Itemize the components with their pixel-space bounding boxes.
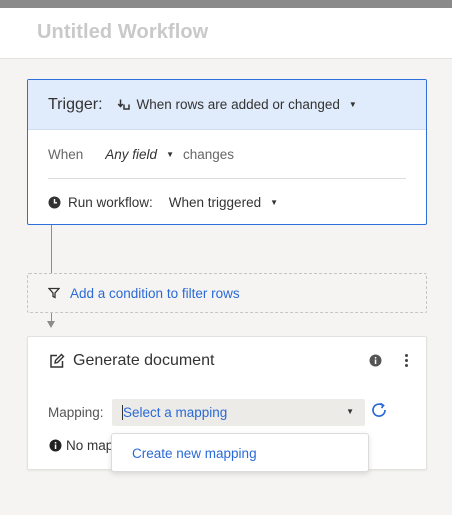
workflow-title[interactable]: Untitled Workflow bbox=[37, 21, 208, 44]
trigger-label: Trigger: bbox=[48, 95, 103, 113]
no-mapping-warning: No map bbox=[49, 438, 113, 453]
caret-down-icon: ▼ bbox=[270, 198, 279, 207]
trigger-event-value: When rows are added or changed bbox=[136, 97, 340, 112]
info-icon[interactable] bbox=[369, 354, 382, 367]
add-condition-button[interactable]: Add a condition to filter rows bbox=[27, 273, 427, 313]
trigger-card: Trigger: When rows are added or changed … bbox=[27, 79, 427, 225]
no-mapping-text: No map bbox=[66, 438, 114, 453]
caret-down-icon: ▼ bbox=[348, 100, 357, 109]
connector-line bbox=[51, 225, 52, 273]
mapping-select-placeholder: Select a mapping bbox=[123, 405, 228, 420]
upload-icon bbox=[117, 98, 130, 111]
info-icon bbox=[49, 439, 62, 452]
field-select[interactable]: Any field ▼ bbox=[105, 147, 183, 162]
run-workflow-label: Run workflow: bbox=[68, 195, 153, 210]
mapping-select[interactable]: Select a mapping ▼ bbox=[112, 399, 365, 426]
when-label: When bbox=[48, 147, 84, 162]
clock-icon bbox=[48, 196, 61, 209]
header: Untitled Workflow bbox=[0, 8, 452, 59]
caret-down-icon: ▼ bbox=[346, 407, 354, 416]
divider bbox=[48, 178, 406, 179]
filter-icon bbox=[48, 287, 60, 299]
mapping-label: Mapping: bbox=[48, 405, 104, 420]
more-vertical-icon[interactable] bbox=[398, 352, 414, 372]
caret-down-icon: ▼ bbox=[166, 150, 174, 159]
run-workflow-select[interactable]: When triggered ▼ bbox=[169, 195, 278, 210]
run-workflow-row: Run workflow: When triggered ▼ bbox=[48, 195, 278, 210]
trigger-event-select[interactable]: When rows are added or changed ▼ bbox=[117, 97, 357, 112]
field-value: Any field bbox=[105, 147, 158, 162]
add-condition-link: Add a condition to filter rows bbox=[70, 285, 240, 301]
arrow-down-icon bbox=[47, 321, 55, 328]
refresh-icon[interactable] bbox=[370, 401, 388, 419]
changes-label: changes bbox=[182, 147, 235, 162]
action-title-text: Generate document bbox=[73, 352, 215, 369]
create-new-mapping-option[interactable]: Create new mapping bbox=[132, 446, 257, 461]
action-title: Generate document bbox=[49, 352, 214, 370]
edit-icon bbox=[49, 353, 65, 369]
window-top-bar bbox=[0, 0, 452, 8]
trigger-header: Trigger: When rows are added or changed … bbox=[28, 80, 426, 130]
mapping-dropdown-menu: Create new mapping bbox=[111, 433, 369, 472]
run-workflow-value: When triggered bbox=[168, 195, 262, 210]
when-row: When Any field ▼ changes bbox=[48, 147, 234, 162]
